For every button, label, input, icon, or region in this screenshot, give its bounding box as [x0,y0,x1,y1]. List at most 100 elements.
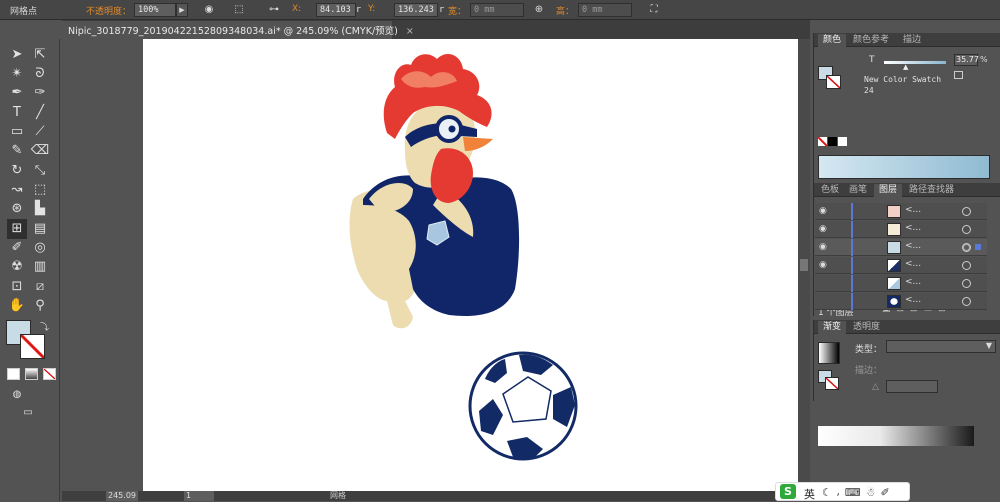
layer-target-icon[interactable] [962,207,971,216]
layer-row-selected[interactable]: ◉ <... [815,239,987,256]
gradient-stroke-swatch[interactable] [825,377,839,390]
lasso-tool-icon[interactable]: ᘐ [30,64,50,84]
tint-value-field[interactable]: 35.77 [954,54,979,66]
swap-colors-icon[interactable]: ⤵ [40,320,49,333]
scrollbar-thumb[interactable] [800,259,808,271]
link-icon[interactable]: ⊕ [531,3,547,17]
ime-toolbar-icons[interactable]: ☾⸴⌨☃✐ [822,485,895,500]
gradient-angle-field[interactable] [886,380,938,393]
gradient-type-select[interactable]: ▼ [886,340,996,353]
transform-icon[interactable]: ⛶ [646,3,662,17]
line-tool-icon[interactable]: ╱ [30,103,50,123]
recolor-icon[interactable]: ◉ [201,3,217,17]
panel-stroke-swatch[interactable] [826,75,841,89]
gradient-preview[interactable] [818,342,840,364]
hand-tool-icon[interactable]: ✋ [7,296,27,316]
visibility-eye-icon[interactable]: ◉ [819,206,831,216]
x-field[interactable]: 84.103 r [316,3,361,17]
selection-indicator[interactable] [975,244,981,250]
eraser-tool-icon[interactable]: ⌫ [30,141,50,161]
perspective-grid-tool-icon[interactable]: ▙ [30,199,50,219]
free-transform-tool-icon[interactable]: ⬚ [30,180,50,200]
gradient-mode-icon[interactable] [25,368,38,380]
layer-target-icon[interactable] [962,297,971,306]
ime-language-label[interactable]: 英 [804,486,815,502]
layer-row[interactable]: ◉ <... [815,221,987,238]
artwork-canvas[interactable] [143,39,798,491]
tab-brushes[interactable]: 画笔 [844,184,872,197]
layer-target-icon[interactable] [962,225,971,234]
paintbrush-tool-icon[interactable]: ⟋ [30,122,50,142]
eyedropper-tool-icon[interactable]: ✐ [7,238,27,258]
shape-builder-tool-icon[interactable]: ⊛ [7,199,27,219]
width-field[interactable]: 0 mm [470,3,524,17]
selection-tool-icon[interactable]: ➤ [7,45,27,65]
layer-row[interactable]: <... [815,293,987,310]
rectangle-tool-icon[interactable]: ▭ [7,122,27,142]
direct-selection-tool-icon[interactable]: ⇱ [30,45,50,65]
height-field[interactable]: 0 mm [578,3,632,17]
gradient-tool-icon[interactable]: ▤ [30,219,50,239]
scale-tool-icon[interactable]: ⤡ [30,161,50,181]
tab-gradient[interactable]: 渐变 [818,321,847,334]
screen-mode-icon[interactable]: ▭ [18,403,38,423]
warp-tool-icon[interactable]: ↝ [7,180,27,200]
layer-row[interactable]: <... [815,275,987,292]
document-tab[interactable]: Nipic_3018779_20190422152809348034.ai* @… [62,21,414,39]
opacity-dropdown-button[interactable]: ▶ [176,3,188,17]
blend-tool-icon[interactable]: ◎ [30,238,50,258]
y-field[interactable]: 136.243 r [394,3,444,17]
column-graph-tool-icon[interactable]: ▥ [30,257,50,277]
tab-color-guide[interactable]: 颜色参考 [848,34,894,47]
tab-transparency[interactable]: 透明度 [848,321,885,334]
zoom-field[interactable]: 245.09 [106,491,138,501]
layer-target-icon[interactable] [962,279,971,288]
symbol-sprayer-tool-icon[interactable]: ☢ [7,257,27,277]
visibility-eye-icon[interactable]: ◉ [819,242,831,252]
tint-slider[interactable] [884,61,946,64]
page-field[interactable]: 1 [184,491,214,501]
color-mode-icon[interactable] [7,368,20,380]
gradient-stroke-label: 描边： [855,366,883,376]
layer-row[interactable]: ◉ <... [815,203,987,220]
align-grid-icon[interactable]: ⬚ [231,3,247,17]
curvature-tool-icon[interactable]: ✑ [30,83,50,103]
black-color-icon[interactable] [828,137,837,146]
soccer-ball[interactable] [468,351,578,461]
rotate-tool-icon[interactable]: ↻ [7,161,27,181]
type-tool-icon[interactable]: T [7,103,27,123]
layer-target-icon[interactable] [962,243,971,252]
opacity-label[interactable]: 不透明度： [86,4,131,17]
layer-row[interactable]: ◉ <... [815,257,987,274]
vertical-scrollbar[interactable] [798,39,810,491]
white-color-icon[interactable] [838,137,847,146]
mesh-tool-icon[interactable]: ⊞ [7,219,27,239]
slice-tool-icon[interactable]: ⧄ [30,277,50,297]
artboard-tool-icon[interactable]: ⊡ [7,277,27,297]
none-mode-icon[interactable] [43,368,56,380]
ime-logo-icon[interactable]: S [780,484,796,499]
tab-color[interactable]: 颜色 [818,34,847,47]
tab-stroke[interactable]: 描边 [898,34,926,47]
artboard[interactable] [143,39,798,491]
close-tab-icon[interactable]: × [406,26,414,37]
zoom-tool-icon[interactable]: ⚲ [30,296,50,316]
gradient-slider[interactable] [818,426,974,446]
stroke-color-swatch[interactable] [20,334,45,359]
layer-target-icon[interactable] [962,261,971,270]
tab-layers[interactable]: 图层 [874,184,903,197]
visibility-eye-icon[interactable]: ◉ [819,224,831,234]
color-spectrum-bar[interactable] [818,155,990,179]
tint-slider-handle-icon[interactable]: ▲ [903,63,908,71]
tint-channel-label: T [869,55,875,65]
none-color-icon[interactable] [818,137,827,146]
tab-pathfinder[interactable]: 路径查找器 [904,184,959,197]
magic-wand-tool-icon[interactable]: ✴ [7,64,27,84]
visibility-eye-icon[interactable]: ◉ [819,260,831,270]
pencil-tool-icon[interactable]: ✎ [7,141,27,161]
reference-point-icon[interactable]: ⊶ [266,3,282,17]
tab-swatches[interactable]: 色板 [816,184,844,197]
draw-mode-icon[interactable]: ◍ [7,385,27,405]
opacity-field[interactable]: 100% [134,3,176,17]
pen-tool-icon[interactable]: ✒ [7,83,27,103]
